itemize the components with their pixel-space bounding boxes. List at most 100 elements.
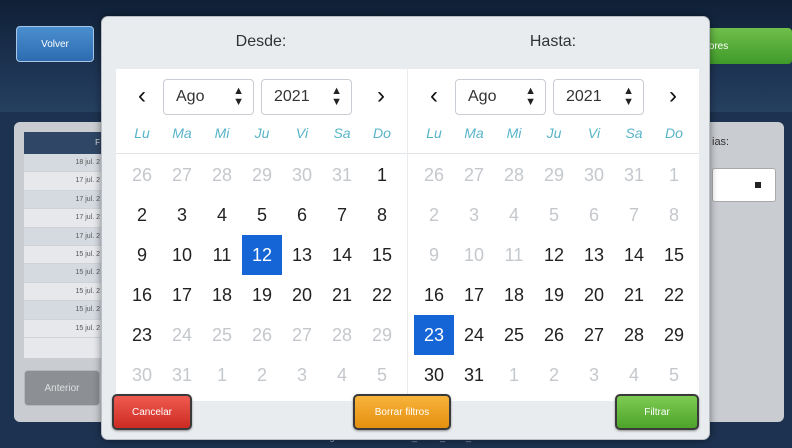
right-header-button[interactable]: tores [700, 28, 792, 64]
to-prev-month-icon[interactable]: ‹ [420, 81, 448, 111]
to-day-cell[interactable]: 29 [654, 315, 694, 355]
from-prev-month-icon[interactable]: ‹ [128, 81, 156, 111]
from-day-cell[interactable]: 15 [362, 235, 402, 275]
to-day-cell[interactable]: 2 [414, 195, 454, 235]
to-day-cell[interactable]: 26 [414, 155, 454, 195]
to-day-cell[interactable]: 27 [454, 155, 494, 195]
to-day-cell[interactable]: 3 [454, 195, 494, 235]
from-day-cell[interactable]: 25 [202, 315, 242, 355]
to-day-cell[interactable]: 8 [654, 195, 694, 235]
to-day-cell[interactable]: 1 [494, 355, 534, 395]
history-list-row[interactable]: 17 jul. 2 [24, 172, 104, 191]
from-day-cell[interactable]: 1 [362, 155, 402, 195]
to-day-cell[interactable]: 17 [454, 275, 494, 315]
from-day-cell[interactable]: 10 [162, 235, 202, 275]
history-list-row[interactable]: 17 jul. 2 [24, 190, 104, 210]
to-day-cell[interactable]: 31 [614, 155, 654, 195]
from-day-cell[interactable]: 3 [162, 195, 202, 235]
from-day-cell[interactable]: 30 [122, 355, 162, 395]
from-day-cell[interactable]: 4 [202, 195, 242, 235]
to-next-month-icon[interactable]: › [659, 81, 687, 111]
to-day-cell[interactable]: 3 [574, 355, 614, 395]
from-day-cell[interactable]: 1 [202, 355, 242, 395]
to-day-cell[interactable]: 27 [574, 315, 614, 355]
from-day-cell[interactable]: 17 [162, 275, 202, 315]
from-day-cell[interactable]: 23 [122, 315, 162, 355]
to-day-cell[interactable]: 20 [574, 275, 614, 315]
to-day-cell[interactable]: 7 [614, 195, 654, 235]
to-day-cell[interactable]: 28 [494, 155, 534, 195]
from-day-cell[interactable]: 9 [122, 235, 162, 275]
to-day-cell[interactable]: 10 [454, 235, 494, 275]
from-day-cell[interactable]: 3 [282, 355, 322, 395]
to-selected-day[interactable]: 23 [414, 315, 454, 355]
from-month-select[interactable]: Ago ▲ ▼ [163, 79, 254, 115]
to-year-select[interactable]: 2021 ▲ ▼ [553, 79, 644, 115]
to-day-cell[interactable]: 11 [494, 235, 534, 275]
to-day-cell[interactable]: 5 [534, 195, 574, 235]
from-day-cell[interactable]: 28 [202, 155, 242, 195]
to-day-cell[interactable]: 25 [494, 315, 534, 355]
from-day-cell[interactable]: 6 [282, 195, 322, 235]
cancel-button[interactable]: Cancelar [112, 394, 192, 430]
from-selected-day[interactable]: 12 [242, 235, 282, 275]
from-day-cell[interactable]: 18 [202, 275, 242, 315]
to-day-cell[interactable]: 30 [414, 355, 454, 395]
history-list-row[interactable]: 15 jul. 2 [24, 283, 104, 302]
from-day-cell[interactable]: 2 [122, 195, 162, 235]
from-day-cell[interactable]: 20 [282, 275, 322, 315]
previous-page-button[interactable]: Anterior [24, 370, 100, 406]
from-day-cell[interactable]: 16 [122, 275, 162, 315]
days-field[interactable] [712, 168, 776, 202]
history-list-row[interactable]: 18 jul. 2 [24, 154, 104, 173]
to-day-cell[interactable]: 12 [534, 235, 574, 275]
to-day-cell[interactable]: 30 [574, 155, 614, 195]
from-day-cell[interactable]: 5 [362, 355, 402, 395]
from-day-cell[interactable]: 21 [322, 275, 362, 315]
from-day-cell[interactable]: 14 [322, 235, 362, 275]
back-button[interactable]: Volver [16, 26, 94, 62]
from-day-cell[interactable]: 4 [322, 355, 362, 395]
from-day-cell[interactable]: 30 [282, 155, 322, 195]
from-day-cell[interactable]: 31 [162, 355, 202, 395]
to-day-cell[interactable]: 28 [614, 315, 654, 355]
to-day-cell[interactable]: 15 [654, 235, 694, 275]
from-next-month-icon[interactable]: › [367, 81, 395, 111]
from-day-cell[interactable]: 8 [362, 195, 402, 235]
to-day-cell[interactable]: 31 [454, 355, 494, 395]
to-day-cell[interactable]: 5 [654, 355, 694, 395]
filter-button[interactable]: Filtrar [615, 394, 699, 430]
to-day-cell[interactable]: 9 [414, 235, 454, 275]
from-day-cell[interactable]: 19 [242, 275, 282, 315]
from-day-cell[interactable]: 11 [202, 235, 242, 275]
from-day-cell[interactable]: 26 [242, 315, 282, 355]
to-day-cell[interactable]: 26 [534, 315, 574, 355]
to-day-cell[interactable]: 24 [454, 315, 494, 355]
to-day-cell[interactable]: 18 [494, 275, 534, 315]
from-day-cell[interactable]: 29 [362, 315, 402, 355]
to-day-cell[interactable]: 22 [654, 275, 694, 315]
to-day-cell[interactable]: 1 [654, 155, 694, 195]
from-day-cell[interactable]: 13 [282, 235, 322, 275]
from-day-cell[interactable]: 2 [242, 355, 282, 395]
to-day-cell[interactable]: 4 [614, 355, 654, 395]
clear-filters-button[interactable]: Borrar filtros [353, 394, 451, 430]
from-day-cell[interactable]: 29 [242, 155, 282, 195]
history-list-row[interactable]: 15 jul. 2 [24, 264, 104, 283]
to-day-cell[interactable]: 2 [534, 355, 574, 395]
history-list-row[interactable]: 15 jul. 2 [24, 320, 104, 338]
from-day-cell[interactable]: 22 [362, 275, 402, 315]
to-month-select[interactable]: Ago ▲ ▼ [455, 79, 546, 115]
to-day-cell[interactable]: 29 [534, 155, 574, 195]
history-list-row[interactable]: 15 jul. 2 [24, 301, 104, 320]
history-list-row[interactable]: 17 jul. 2 [24, 227, 104, 246]
from-year-select[interactable]: 2021 ▲ ▼ [261, 79, 352, 115]
from-day-cell[interactable]: 24 [162, 315, 202, 355]
to-day-cell[interactable]: 21 [614, 275, 654, 315]
to-day-cell[interactable]: 6 [574, 195, 614, 235]
from-day-cell[interactable]: 28 [322, 315, 362, 355]
to-day-cell[interactable]: 14 [614, 235, 654, 275]
from-day-cell[interactable]: 7 [322, 195, 362, 235]
to-day-cell[interactable]: 4 [494, 195, 534, 235]
to-day-cell[interactable]: 13 [574, 235, 614, 275]
